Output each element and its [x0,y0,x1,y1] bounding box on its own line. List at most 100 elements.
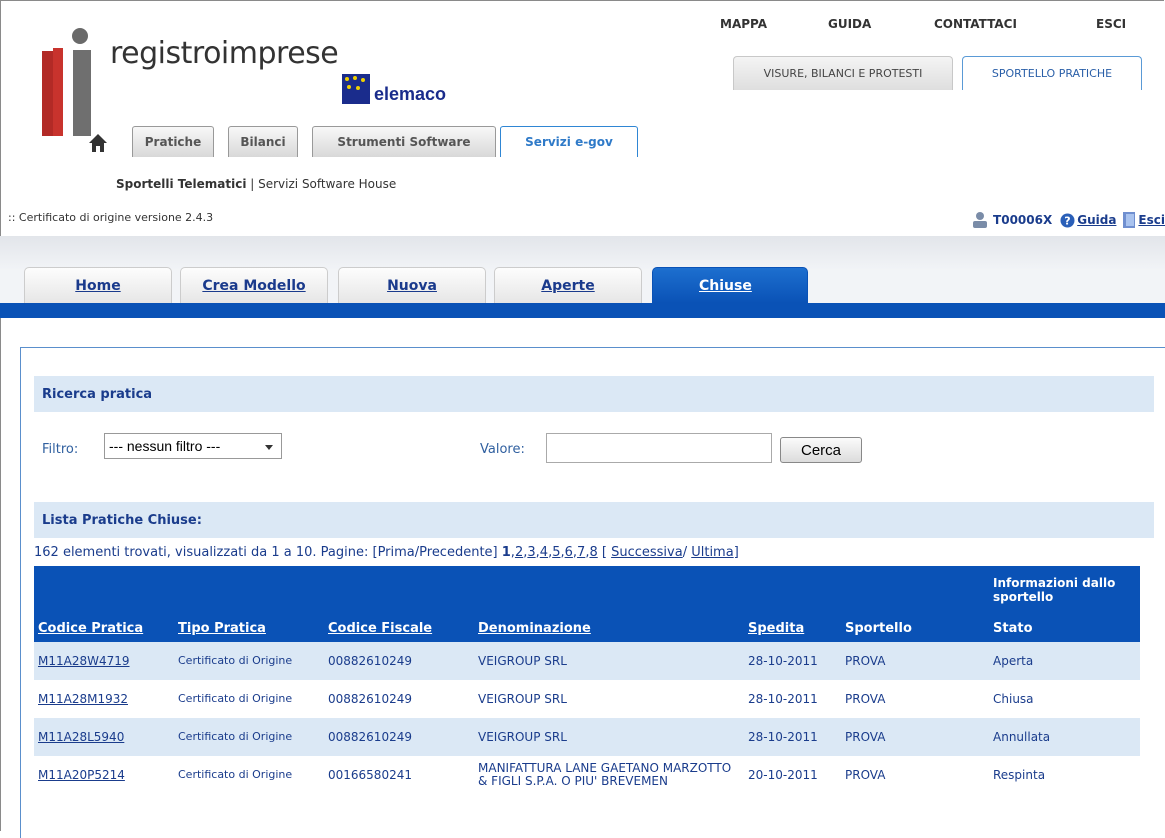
cerca-button[interactable]: Cerca [780,437,862,463]
table-header-group: Informazioni dallo sportello [34,566,1140,614]
stato: Respinta [993,768,1046,782]
header-informazioni-sportello: Informazioni dallo sportello [989,566,1140,614]
col-codice-fiscale[interactable]: Codice Fiscale [324,614,474,642]
table-row: M11A20P5214 Certificato di Origine 00166… [34,756,1140,794]
user-id: T00006X [993,213,1053,227]
stato: Annullata [989,718,1140,756]
value-input[interactable] [546,433,772,463]
tab-aperte[interactable]: Aperte [494,267,642,303]
value-label: Valore: [480,442,525,457]
exit-icon[interactable] [1122,211,1138,229]
user-icon [973,212,988,228]
contattaci-link[interactable]: CONTATTACI [934,17,1017,31]
sub-navigation: Sportelli Telematici | Servizi Software … [116,177,396,191]
version-label: :: Certificato di origine versione 2.4.3 [8,211,214,224]
denominazione: VEIGROUP SRL [474,718,744,756]
filter-select[interactable]: --- nessun filtro --- [104,433,282,459]
guida-link[interactable]: GUIDA [828,17,871,31]
logo-text: registroimprese [110,36,339,71]
tab-visure-bilanci-protesti[interactable]: VISURE, BILANCI E PROTESTI [733,56,953,90]
telemaco-text: elemaco [374,84,447,104]
telemaco-logo: elemaco [342,66,446,104]
page-current: 1 [501,545,511,560]
sportello: PROVA [845,692,886,706]
esci-link-user[interactable]: Esci [1138,213,1165,227]
page-link[interactable]: 6 [565,545,573,560]
tipo-pratica: Certificato di Origine [178,768,293,781]
registroimprese-logo-icon [42,28,91,136]
paging-bracket-close: ] [733,545,739,560]
tab-strumenti-software[interactable]: Strumenti Software [312,126,496,157]
filter-select-value: --- nessun filtro --- [109,438,221,454]
codice-fiscale: 00882610249 [324,642,474,680]
guida-link-user[interactable]: Guida [1077,213,1116,227]
tab-home[interactable]: Home [24,267,172,303]
denominazione: VEIGROUP SRL [478,692,567,706]
user-box: T00006X ? Guida Esci [971,211,1165,229]
tab-servizi-egov[interactable]: Servizi e-gov [500,126,638,157]
col-denominazione[interactable]: Denominazione [474,614,744,642]
tab-crea-modello[interactable]: Crea Modello [180,267,328,303]
home-icon[interactable] [88,133,108,153]
table-row: M11A28L5940 Certificato di Origine 00882… [34,718,1140,756]
page-link[interactable]: 5 [552,545,560,560]
page-link[interactable]: 2 [515,545,523,560]
pagination: 162 elementi trovati, visualizzati da 1 … [34,545,739,560]
stato: Chiusa [993,692,1034,706]
codice-pratica-link[interactable]: M11A28W4719 [38,654,130,668]
chevron-down-icon [265,445,273,450]
svg-text:?: ? [1065,214,1071,227]
page-link[interactable]: 3 [527,545,535,560]
denominazione: VEIGROUP SRL [474,642,744,680]
col-tipo-pratica[interactable]: Tipo Pratica [174,614,324,642]
sportello: PROVA [845,768,886,782]
filter-label: Filtro: [42,442,79,457]
codice-pratica-link[interactable]: M11A20P5214 [38,768,125,782]
spedita: 20-10-2011 [748,768,818,782]
tab-pratiche[interactable]: Pratiche [132,126,214,157]
spedita: 28-10-2011 [748,692,818,706]
spedita: 28-10-2011 [744,718,841,756]
page-last-link[interactable]: Ultima [691,545,733,560]
paging-slash: / [682,545,692,560]
search-section-title: Ricerca pratica [34,376,1154,412]
help-icon[interactable]: ? [1060,213,1075,228]
app-tab-bar [0,303,1165,318]
tab-nuova[interactable]: Nuova [338,267,486,303]
spedita: 28-10-2011 [744,642,841,680]
table-header-row: Codice Pratica Tipo Pratica Codice Fisca… [34,614,1140,642]
tipo-pratica: Certificato di Origine [174,642,324,680]
codice-fiscale: 00166580241 [328,768,412,782]
tab-bilanci[interactable]: Bilanci [228,126,298,157]
paging-summary: 162 elementi trovati, visualizzati da 1 … [34,545,502,560]
header-spacer [34,566,989,614]
subnav-sportelli-telematici[interactable]: Sportelli Telematici [116,177,246,191]
tab-sportello-pratiche[interactable]: SPORTELLO PRATICHE [962,56,1142,90]
page-link[interactable]: 4 [540,545,548,560]
col-spedita[interactable]: Spedita [744,614,841,642]
tipo-pratica: Certificato di Origine [178,692,293,705]
page-link[interactable]: 7 [577,545,585,560]
list-section-title: Lista Pratiche Chiuse: [34,502,1154,538]
codice-pratica-link[interactable]: M11A28M1932 [38,692,128,706]
codice-fiscale: 00882610249 [324,718,474,756]
table-row: M11A28M1932 Certificato di Origine 00882… [34,680,1140,718]
subnav-separator: | [246,177,259,191]
table-row: M11A28W4719 Certificato di Origine 00882… [34,642,1140,680]
col-codice-pratica[interactable]: Codice Pratica [34,614,174,642]
paging-bracket-open: [ [597,545,612,560]
sportello: PROVA [841,642,989,680]
tab-chiuse[interactable]: Chiuse [652,267,808,303]
pratiche-table: Informazioni dallo sportello Codice Prat… [34,566,1140,794]
page-link[interactable]: 8 [589,545,597,560]
subnav-servizi-software-house[interactable]: Servizi Software House [258,177,396,191]
tipo-pratica: Certificato di Origine [174,718,324,756]
codice-fiscale: 00882610249 [328,692,412,706]
codice-pratica-link[interactable]: M11A28L5940 [38,730,124,744]
page-next-link[interactable]: Successiva [611,545,683,560]
col-sportello: Sportello [841,614,989,642]
denominazione: MANIFATTURA LANE GAETANO MARZOTTO & FIGL… [478,761,732,788]
mappa-link[interactable]: MAPPA [720,17,767,31]
sportello: PROVA [841,718,989,756]
esci-link[interactable]: ESCI [1096,17,1126,31]
